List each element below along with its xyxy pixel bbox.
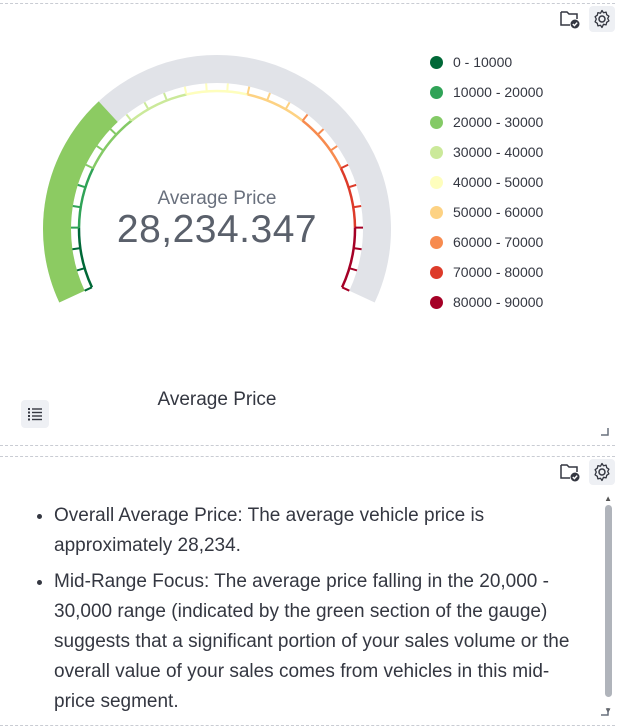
gauge-tick — [183, 86, 188, 95]
legend-color-dot — [430, 55, 443, 69]
legend-item[interactable]: 60000 - 70000 — [430, 227, 543, 257]
markdown-content: Overall Average Price: The average vehic… — [0, 501, 600, 723]
legend-label: 70000 - 80000 — [453, 264, 544, 280]
gauge-scale-band — [186, 89, 248, 96]
legend-label: 0 - 10000 — [453, 54, 513, 70]
panel-actions — [557, 6, 615, 32]
gauge-tick — [301, 113, 309, 122]
legend-label: 50000 - 60000 — [453, 204, 544, 220]
legend-color-dot — [430, 85, 443, 99]
gauge-legend: 0 - 10000 10000 - 20000 20000 - 30000 30000… — [430, 47, 543, 317]
legend-label: 40000 - 50000 — [453, 174, 544, 190]
legend-item[interactable]: 80000 - 90000 — [430, 287, 543, 317]
legend-color-dot — [430, 265, 443, 279]
legend-item[interactable]: 0 - 10000 — [430, 47, 543, 77]
scroll-up-icon[interactable]: ▲ — [604, 495, 612, 503]
gauge-tick — [284, 101, 291, 110]
gauge-tick — [143, 101, 150, 110]
gauge-tick — [329, 145, 338, 152]
gauge-tick — [246, 86, 251, 95]
text-panel: Overall Average Price: The average vehic… — [0, 456, 615, 726]
legend-color-dot — [430, 205, 443, 219]
gauge-tick — [266, 92, 271, 101]
legend-label: 80000 - 90000 — [453, 294, 544, 310]
gauge-value: 28,234.347 — [116, 208, 318, 251]
legend-label: 10000 - 20000 — [453, 84, 544, 100]
gauge-chart — [43, 55, 391, 303]
gauge-tick — [316, 128, 325, 136]
gauge-tick — [85, 163, 94, 170]
gauge-tick — [205, 83, 208, 92]
resize-handle-icon[interactable] — [601, 703, 609, 721]
legend-color-dot — [430, 145, 443, 159]
legend-item[interactable]: 20000 - 30000 — [430, 107, 543, 137]
legend-item[interactable]: 50000 - 60000 — [430, 197, 543, 227]
legend-color-dot — [430, 235, 443, 249]
panel-actions — [557, 459, 615, 485]
folder-check-icon[interactable] — [557, 6, 583, 32]
legend-label: 20000 - 30000 — [453, 114, 544, 130]
legend-item[interactable]: 40000 - 50000 — [430, 167, 543, 197]
legend-label: 30000 - 40000 — [453, 144, 544, 160]
list-item: Mid-Range Focus: The average price falli… — [54, 567, 582, 717]
gauge-tick — [348, 183, 357, 189]
scrollbar[interactable] — [605, 505, 612, 697]
gear-icon[interactable] — [589, 6, 615, 32]
gauge-tick — [349, 267, 358, 272]
gauge-tick — [163, 92, 168, 101]
gauge-tick — [125, 113, 133, 122]
list-item: Overall Average Price: The average vehic… — [54, 501, 582, 561]
gauge-tick — [341, 286, 350, 292]
gauge-tick — [340, 163, 349, 170]
bullet-list: Overall Average Price: The average vehic… — [0, 501, 600, 717]
resize-handle-icon[interactable] — [601, 423, 609, 441]
legend-label: 60000 - 70000 — [453, 234, 544, 250]
folder-check-icon[interactable] — [557, 459, 583, 485]
gauge-panel: Average Price 28,234.347 0 - 10000 10000 … — [0, 3, 615, 446]
gauge-tick — [96, 145, 105, 152]
legend-color-dot — [430, 115, 443, 129]
gauge-tick — [77, 183, 86, 189]
gear-icon[interactable] — [589, 459, 615, 485]
gauge-label: Average Price — [157, 188, 277, 209]
list-icon[interactable] — [21, 400, 49, 428]
legend-item[interactable]: 10000 - 20000 — [430, 77, 543, 107]
gauge-tick — [109, 128, 118, 136]
legend-item[interactable]: 70000 - 80000 — [430, 257, 543, 287]
gauge-tick — [76, 267, 85, 272]
gauge-track — [43, 55, 391, 303]
gauge-tick — [84, 286, 93, 292]
gauge-tick — [226, 83, 229, 92]
panel-title: Average Price — [157, 389, 277, 410]
legend-color-dot — [430, 175, 443, 189]
legend-item[interactable]: 30000 - 40000 — [430, 137, 543, 167]
legend-color-dot — [430, 295, 443, 309]
